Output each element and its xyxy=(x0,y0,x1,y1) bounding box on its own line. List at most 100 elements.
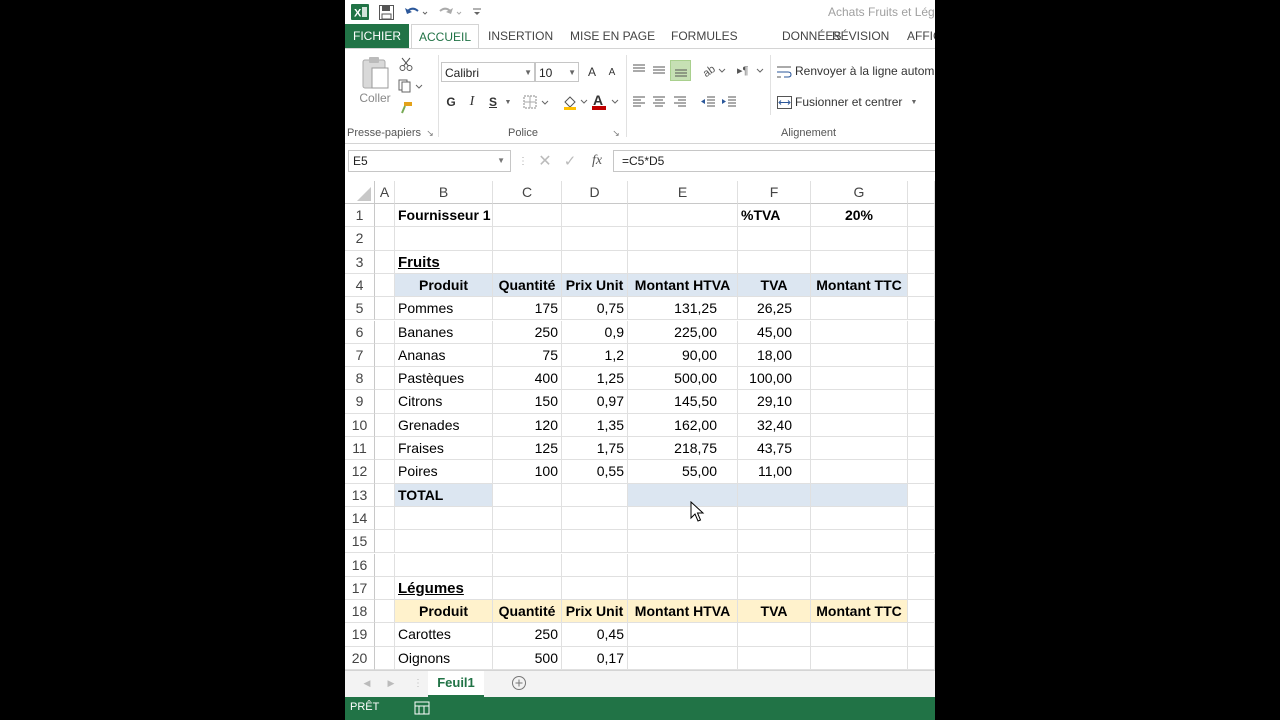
align-left-icon[interactable] xyxy=(631,93,647,109)
fruits-header-cell[interactable]: Quantité xyxy=(493,273,562,298)
cell-h16[interactable] xyxy=(908,553,935,577)
fruit-price-cell[interactable]: 0,55 xyxy=(562,460,628,484)
cell-h17[interactable] xyxy=(908,576,935,601)
cell-a17[interactable] xyxy=(375,576,395,601)
cell-d15[interactable] xyxy=(562,530,628,554)
cell-g17[interactable] xyxy=(811,576,908,601)
underline-button[interactable]: S xyxy=(485,92,501,112)
cell-e20[interactable] xyxy=(628,646,738,670)
fruit-qty-cell[interactable]: 100 xyxy=(493,460,562,484)
total-cell-f[interactable] xyxy=(738,483,811,507)
dialog-launcher-icon[interactable]: ↘ xyxy=(425,127,435,139)
fruit-htva-cell[interactable]: 90,00 xyxy=(628,343,738,368)
cell-h6[interactable] xyxy=(908,320,935,344)
supplier-cell[interactable]: Fournisseur 1 xyxy=(395,204,493,228)
fruit-tva-cell[interactable]: 100,00 xyxy=(738,367,811,391)
cell-a18[interactable] xyxy=(375,600,395,624)
cell-f14[interactable] xyxy=(738,506,811,531)
row-header[interactable]: 1 xyxy=(345,204,375,228)
row-header[interactable]: 8 xyxy=(345,367,375,391)
cell-h19[interactable] xyxy=(908,623,935,647)
grow-font-button[interactable]: A xyxy=(583,62,601,82)
row-header[interactable]: 3 xyxy=(345,250,375,274)
cell-a11[interactable] xyxy=(375,437,395,461)
cell-h3[interactable] xyxy=(908,250,935,274)
column-header-d[interactable]: D xyxy=(562,181,628,204)
decrease-indent-icon[interactable] xyxy=(699,93,717,109)
fruits-title[interactable]: Fruits xyxy=(395,250,493,274)
customize-qat-icon[interactable] xyxy=(471,3,483,21)
fruit-price-cell[interactable]: 1,35 xyxy=(562,413,628,437)
row-header[interactable]: 17 xyxy=(345,576,375,601)
cell-a20[interactable] xyxy=(375,646,395,670)
fruit-name-cell[interactable]: Pommes xyxy=(395,297,493,321)
cell-a8[interactable] xyxy=(375,367,395,391)
cell-d16[interactable] xyxy=(562,553,628,577)
row-header[interactable]: 7 xyxy=(345,343,375,368)
cell-a16[interactable] xyxy=(375,553,395,577)
cell-g3[interactable] xyxy=(811,250,908,274)
legumes-header-cell[interactable]: TVA xyxy=(738,600,811,624)
total-cell-g[interactable] xyxy=(811,483,908,507)
column-header-b[interactable]: B xyxy=(395,181,493,204)
chevron-down-icon[interactable]: ▼ xyxy=(909,96,919,108)
vat-value-cell[interactable]: 20% xyxy=(811,204,908,228)
cell-a19[interactable] xyxy=(375,623,395,647)
legume-qty-cell[interactable]: 250 xyxy=(493,623,562,647)
cell-a7[interactable] xyxy=(375,343,395,368)
legumes-header-cell[interactable]: Montant HTVA xyxy=(628,600,738,624)
cut-icon[interactable] xyxy=(397,55,415,73)
tab-accueil[interactable]: ACCUEIL xyxy=(411,24,480,49)
cell-e17[interactable] xyxy=(628,576,738,601)
cell-h1[interactable] xyxy=(908,204,935,228)
chevron-down-icon[interactable]: ▼ xyxy=(503,92,513,112)
fruits-header-cell[interactable]: Produit xyxy=(395,273,493,298)
fruit-htva-cell[interactable]: 131,25 xyxy=(628,297,738,321)
fruit-qty-cell[interactable]: 250 xyxy=(493,320,562,344)
cell-a9[interactable] xyxy=(375,390,395,414)
shrink-font-button[interactable]: A xyxy=(603,62,621,82)
fruit-tva-cell[interactable]: 43,75 xyxy=(738,437,811,461)
borders-icon[interactable] xyxy=(523,92,551,112)
cell-e19[interactable] xyxy=(628,623,738,647)
cell-f20[interactable] xyxy=(738,646,811,670)
tab-insertion[interactable]: INSERTION xyxy=(481,24,560,48)
fruit-name-cell[interactable]: Fraises xyxy=(395,437,493,461)
legumes-title[interactable]: Légumes xyxy=(395,576,493,601)
cell-h5[interactable] xyxy=(908,297,935,321)
cell-h11[interactable] xyxy=(908,437,935,461)
formula-input[interactable]: =C5*D5 xyxy=(613,150,935,172)
cell-g14[interactable] xyxy=(811,506,908,531)
cell-c14[interactable] xyxy=(493,506,562,531)
cell-a15[interactable] xyxy=(375,530,395,554)
dialog-launcher-icon[interactable]: ↘ xyxy=(611,127,621,139)
cell-g9[interactable] xyxy=(811,390,908,414)
fruit-tva-cell[interactable]: 18,00 xyxy=(738,343,811,368)
row-header[interactable]: 9 xyxy=(345,390,375,414)
font-size-select[interactable]: 10 ▼ xyxy=(535,62,579,82)
cell-f3[interactable] xyxy=(738,250,811,274)
cell-h2[interactable] xyxy=(908,227,935,251)
cell-c13[interactable] xyxy=(493,483,562,507)
format-painter-icon[interactable] xyxy=(397,99,415,117)
italic-button[interactable]: I xyxy=(464,92,480,112)
scroll-left-icon[interactable]: ◀ xyxy=(361,676,373,690)
cell-b15[interactable] xyxy=(395,530,493,554)
column-header-h[interactable] xyxy=(908,181,935,204)
insert-function-button[interactable]: fx xyxy=(588,152,606,170)
column-header-f[interactable]: F xyxy=(738,181,811,204)
fruit-htva-cell[interactable]: 55,00 xyxy=(628,460,738,484)
cell-d14[interactable] xyxy=(562,506,628,531)
fruits-header-cell[interactable]: Montant HTVA xyxy=(628,273,738,298)
undo-icon[interactable] xyxy=(403,3,429,21)
total-cell-e[interactable] xyxy=(628,483,738,507)
cell-g19[interactable] xyxy=(811,623,908,647)
align-center-icon[interactable] xyxy=(651,93,667,109)
redo-icon[interactable] xyxy=(437,3,463,21)
fruits-header-cell[interactable]: TVA xyxy=(738,273,811,298)
cell-h8[interactable] xyxy=(908,367,935,391)
legumes-header-cell[interactable]: Quantité xyxy=(493,600,562,624)
fruit-qty-cell[interactable]: 125 xyxy=(493,437,562,461)
row-header[interactable]: 6 xyxy=(345,320,375,344)
merge-center-icon[interactable] xyxy=(776,93,792,111)
